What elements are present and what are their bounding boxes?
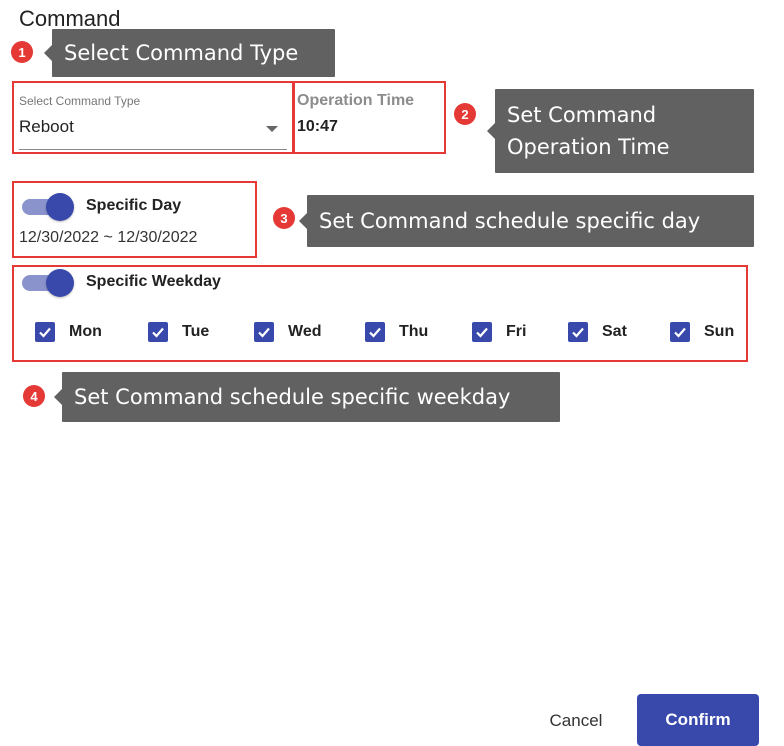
weekday-label: Tue xyxy=(182,323,210,340)
caret-down-icon[interactable] xyxy=(266,126,278,132)
annotation-callout-2: Set Command Operation Time xyxy=(487,89,754,173)
weekday-sun[interactable]: Sun xyxy=(670,322,734,342)
weekday-wed[interactable]: Wed xyxy=(254,322,321,342)
toggle-knob xyxy=(46,269,74,297)
check-icon[interactable] xyxy=(35,322,55,342)
weekday-label: Sun xyxy=(704,323,735,340)
annotation-callout-3: Set Command schedule specific day xyxy=(299,195,754,247)
specific-weekday-toggle[interactable] xyxy=(18,269,74,297)
annotation-marker-3: 3 xyxy=(273,207,295,229)
weekday-thu[interactable]: Thu xyxy=(365,322,428,342)
check-icon[interactable] xyxy=(670,322,690,342)
weekday-label: Wed xyxy=(288,323,322,340)
operation-time-label: Operation Time xyxy=(297,92,415,109)
specific-day-range[interactable]: 12/30/2022 ~ 12/30/2022 xyxy=(19,229,197,247)
check-icon[interactable] xyxy=(254,322,274,342)
confirm-button[interactable]: Confirm xyxy=(637,694,759,746)
weekday-label: Sat xyxy=(602,323,627,340)
annotation-marker-4: 4 xyxy=(23,385,45,407)
annotation-marker-2: 2 xyxy=(454,103,476,125)
weekday-mon[interactable]: Mon xyxy=(35,322,102,342)
weekday-label: Thu xyxy=(399,323,429,340)
weekday-label: Fri xyxy=(506,323,527,340)
check-icon[interactable] xyxy=(472,322,492,342)
specific-day-toggle[interactable] xyxy=(18,193,74,221)
annotation-callout-1: Select Command Type xyxy=(44,29,335,77)
check-icon[interactable] xyxy=(365,322,385,342)
command-type-underline xyxy=(19,149,287,150)
specific-day-label: Specific Day xyxy=(86,197,182,214)
annotation-callout-4: Set Command schedule specific weekday xyxy=(54,372,560,422)
operation-time-input[interactable]: 10:47 xyxy=(297,118,338,136)
weekday-label: Mon xyxy=(69,323,102,340)
toggle-knob xyxy=(46,193,74,221)
cancel-button[interactable]: Cancel xyxy=(531,697,621,745)
weekday-fri[interactable]: Fri xyxy=(472,322,526,342)
weekday-tue[interactable]: Tue xyxy=(148,322,209,342)
check-icon[interactable] xyxy=(568,322,588,342)
command-type-label: Select Command Type xyxy=(19,94,141,108)
weekday-sat[interactable]: Sat xyxy=(568,322,627,342)
annotation-marker-1: 1 xyxy=(11,41,33,63)
specific-weekday-label: Specific Weekday xyxy=(86,273,221,290)
check-icon[interactable] xyxy=(148,322,168,342)
command-type-select[interactable]: Reboot xyxy=(19,117,74,137)
